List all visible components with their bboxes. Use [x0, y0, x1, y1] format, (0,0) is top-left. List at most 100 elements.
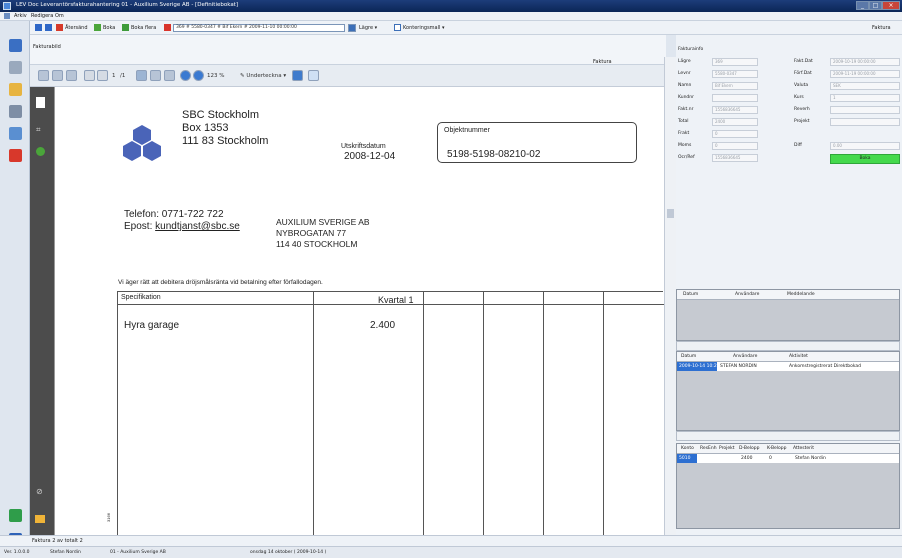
next-page-icon[interactable]: [97, 70, 108, 81]
nav-forward-button[interactable]: [45, 23, 54, 33]
field-lagre[interactable]: 369: [712, 58, 758, 66]
flag-icon: [56, 24, 63, 31]
table-row[interactable]: 2009-10-14 10:23 STEFAN NORDIN Ankomstre…: [677, 362, 899, 371]
menu-arkiv[interactable]: Arkiv: [14, 13, 27, 19]
col-datum[interactable]: Datum: [681, 354, 696, 359]
cell-k-belopp[interactable]: 0: [769, 456, 772, 461]
col-anvandare[interactable]: Användare: [733, 354, 757, 359]
cell-anvandare: STEFAN NORDIN: [720, 364, 757, 369]
lagre-label: Lägre: [359, 25, 374, 31]
page-number[interactable]: 1: [112, 70, 116, 82]
label-faktdat: Fakt.Dat: [794, 59, 813, 64]
recipient-line-2: NYBROGATAN 77: [276, 228, 347, 238]
recipient-line-1: AUXILIUM SVERIGE AB: [276, 217, 370, 227]
field-total[interactable]: 2400: [712, 118, 758, 126]
messages-scrollbar[interactable]: [676, 341, 900, 351]
cell-attesterat[interactable]: Stefan Nordin: [795, 456, 826, 461]
field-kurs[interactable]: 1: [830, 94, 900, 102]
settings-icon[interactable]: [9, 105, 22, 118]
record-select[interactable]: 369 # 5580-0347 # Bif Ekern # 2009-11-10…: [173, 24, 345, 32]
left-rail: [0, 21, 30, 558]
email-link[interactable]: kundtjanst@sbc.se: [155, 221, 240, 232]
field-moms[interactable]: 0: [712, 142, 758, 150]
document-scrollbar[interactable]: [664, 57, 676, 535]
col-resenh[interactable]: ResEnh: [700, 446, 717, 451]
prev-page-icon[interactable]: [84, 70, 95, 81]
underteckna-button[interactable]: ✎ Underteckna ▾: [240, 70, 286, 82]
quarter-header: Kvartal 1: [378, 295, 414, 305]
aterstand-button[interactable]: Återsänd: [56, 23, 88, 33]
col-k-belopp[interactable]: K-Belopp: [767, 446, 787, 451]
clip-icon[interactable]: ⊘: [36, 487, 45, 496]
label-faktnr: Fakt.nr: [678, 107, 694, 112]
col-projekt[interactable]: Projekt: [719, 446, 735, 451]
sender-city: 111 83 Stockholm: [182, 135, 269, 147]
col-anvandare[interactable]: Användare: [735, 292, 759, 297]
fit-page-icon[interactable]: [308, 70, 319, 81]
email-icon[interactable]: [66, 70, 77, 81]
col-aktivitet[interactable]: Aktivitet: [789, 354, 808, 359]
col-meddelande[interactable]: Meddelande: [787, 292, 815, 297]
select-tool-icon[interactable]: [136, 70, 147, 81]
field-faktdat[interactable]: 2009-10-19 00:00:00: [830, 58, 900, 66]
field-forfdat[interactable]: 2009-11-19 00:00:00: [830, 70, 900, 78]
scroll-thumb[interactable]: [667, 209, 674, 218]
zoom-out-icon[interactable]: [180, 70, 191, 81]
stack-icon: [122, 24, 129, 31]
cell-konto[interactable]: 5010: [677, 454, 697, 463]
col-d-belopp[interactable]: D-Belopp: [739, 446, 760, 451]
field-frakt[interactable]: 0: [712, 130, 758, 138]
status-icon[interactable]: [36, 147, 45, 156]
margin-code: 3166: [105, 513, 111, 522]
zoom-tool-icon[interactable]: [164, 70, 175, 81]
attachment-icon[interactable]: ⌗: [36, 125, 45, 134]
power-icon[interactable]: [9, 149, 22, 162]
field-reverh[interactable]: [830, 106, 900, 114]
document-icon[interactable]: [9, 61, 22, 74]
field-valuta[interactable]: SEK: [830, 82, 900, 90]
cell-d-belopp[interactable]: 2400: [741, 456, 752, 461]
record-icon-button[interactable]: [164, 23, 173, 33]
field-kundnr[interactable]: [712, 94, 758, 102]
folder-icon[interactable]: [9, 83, 22, 96]
view-icon[interactable]: [292, 70, 303, 81]
hand-tool-icon[interactable]: [150, 70, 161, 81]
minimize-button[interactable]: _: [856, 1, 869, 10]
accounting-grid: Konto ResEnh Projekt D-Belopp K-Belopp A…: [676, 443, 900, 529]
field-ocr[interactable]: 1556836645: [712, 154, 758, 162]
label-lagre: Lägre: [678, 59, 691, 64]
zoom-in-icon[interactable]: [193, 70, 204, 81]
table-row[interactable]: 5010 2400 0 Stefan Nordin: [677, 454, 899, 463]
monitor-icon[interactable]: [9, 127, 22, 140]
lagre-dropdown[interactable]: Lägre ▾: [359, 23, 377, 33]
field-diff[interactable]: 0.00: [830, 142, 900, 150]
save-icon[interactable]: [52, 70, 63, 81]
navigate-icon[interactable]: [9, 39, 22, 52]
messages-grid: Datum Användare Meddelande: [676, 289, 900, 341]
cell-datum: 2009-10-14 10:23: [677, 362, 720, 371]
field-namn[interactable]: Bif Ekern: [712, 82, 758, 90]
record-dropdown-arrow[interactable]: [348, 24, 356, 32]
close-button[interactable]: ×: [882, 1, 900, 10]
col-attesterat[interactable]: Attesterit: [793, 446, 814, 451]
menu-redigera[interactable]: Redigera: [31, 13, 53, 19]
email-line: Epost: kundtjanst@sbc.se: [124, 221, 240, 232]
comment-icon[interactable]: [35, 515, 45, 523]
zoom-level[interactable]: 123 %: [207, 70, 224, 82]
boka-button[interactable]: Boka: [94, 23, 115, 33]
field-faktnr[interactable]: 1556836645: [712, 106, 758, 114]
boka-flera-button[interactable]: Boka flera: [122, 23, 156, 33]
field-projekt[interactable]: [830, 118, 900, 126]
activity-scrollbar[interactable]: [676, 431, 900, 441]
nav-back-button[interactable]: [35, 23, 44, 33]
print-icon[interactable]: [38, 70, 49, 81]
person-icon[interactable]: [9, 509, 22, 522]
label-ocr: Ocr/Ref: [678, 155, 695, 160]
col-konto[interactable]: Konto: [681, 446, 694, 451]
pages-icon[interactable]: [36, 97, 45, 108]
col-datum[interactable]: Datum: [683, 292, 698, 297]
field-levnr[interactable]: 5580-0347: [712, 70, 758, 78]
maximize-button[interactable]: □: [869, 1, 882, 10]
konteringsmall-dropdown[interactable]: Konteringsmall ▾: [394, 23, 445, 33]
menu-om[interactable]: Om: [55, 13, 64, 19]
